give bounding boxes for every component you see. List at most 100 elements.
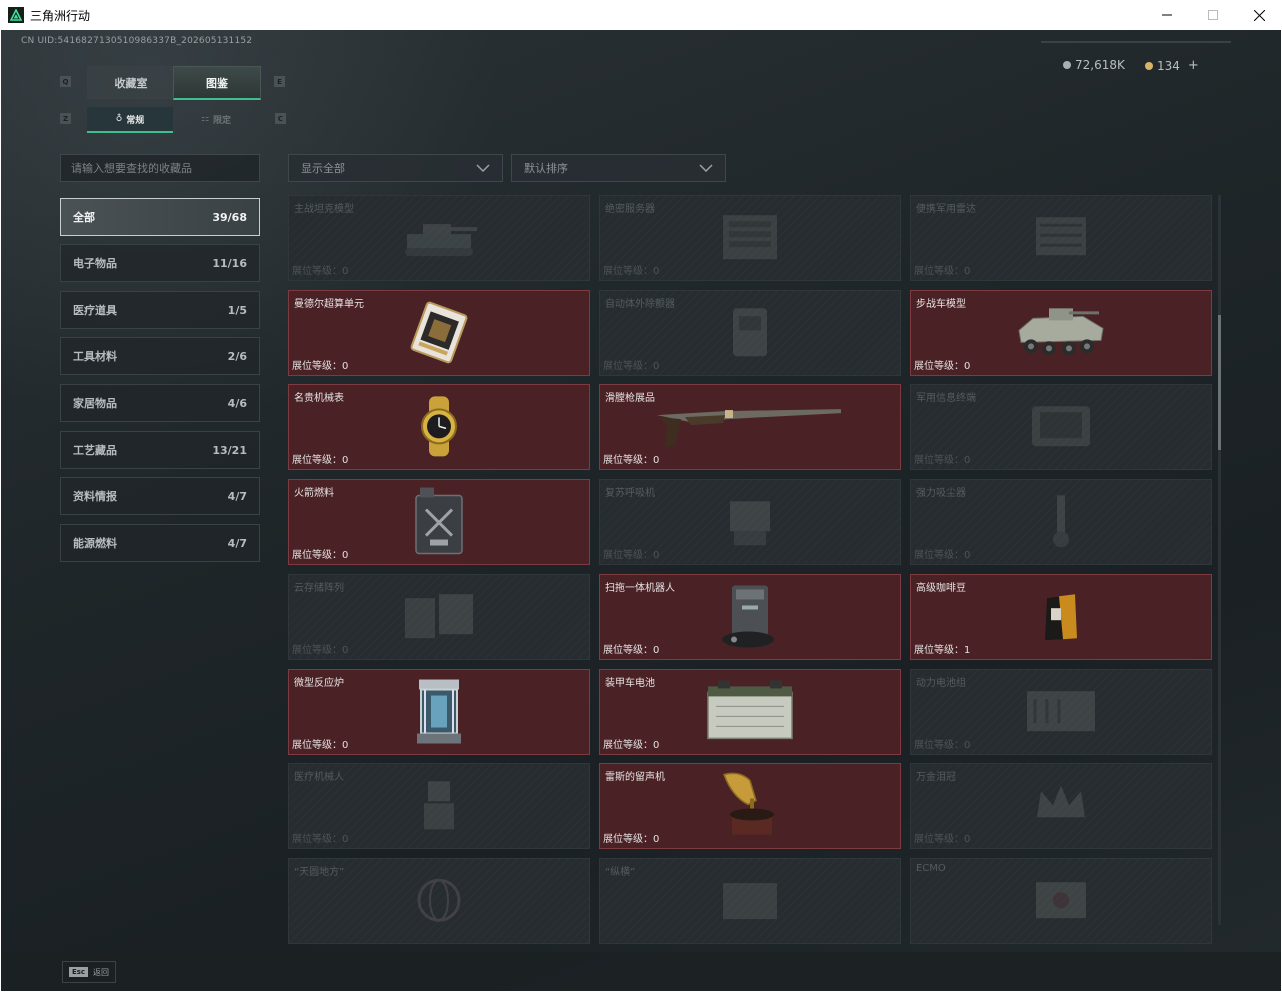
grid-scrollbar[interactable] bbox=[1218, 195, 1221, 925]
coffee-bag-icon bbox=[1041, 588, 1081, 648]
tokens-amount: 134 bbox=[1157, 58, 1180, 73]
category-all[interactable]: 全部 39/68 bbox=[60, 198, 260, 236]
card-display-level: 展位等级：0 bbox=[603, 455, 660, 466]
chevron-down-icon bbox=[699, 164, 713, 172]
collection-card[interactable]: 雷斯的留声机 展位等级：0 bbox=[599, 763, 901, 849]
collection-card[interactable]: 动力电池组展位等级：0 bbox=[910, 669, 1212, 755]
category-electronics[interactable]: 电子物品 11/16 bbox=[60, 244, 260, 282]
collection-card[interactable]: 医疗机械人 展位等级：0 bbox=[288, 763, 590, 849]
tab-prev-key-icon[interactable]: Q bbox=[60, 76, 71, 87]
card-name: 步战车模型 bbox=[916, 299, 966, 310]
grid-scroll-thumb[interactable] bbox=[1218, 315, 1221, 450]
card-display-level: 展位等级：0 bbox=[292, 740, 349, 751]
bottom-bar bbox=[1, 952, 1281, 991]
category-count: 11/16 bbox=[212, 256, 247, 270]
card-display-level: 展位等级：0 bbox=[914, 834, 971, 845]
filter-dropdown-label: 显示全部 bbox=[301, 162, 345, 175]
category-medical[interactable]: 医疗道具 1/5 bbox=[60, 291, 260, 329]
minimize-icon bbox=[1162, 14, 1172, 16]
category-crafts[interactable]: 工艺藏品 13/21 bbox=[60, 431, 260, 469]
subtab-regular-label: 常规 bbox=[126, 115, 145, 126]
collection-card[interactable]: 扫拖一体机器人 展位等级：0 bbox=[599, 574, 901, 660]
category-fuel[interactable]: 能源燃料 4/7 bbox=[60, 524, 260, 562]
card-name: ECMO bbox=[916, 863, 946, 874]
watch-icon bbox=[409, 394, 469, 462]
collection-card[interactable]: 微型反应炉 展位等级：0 bbox=[288, 669, 590, 755]
collection-card[interactable]: ECMO bbox=[910, 858, 1212, 944]
subtab-next-key-icon[interactable]: C bbox=[275, 113, 286, 124]
window-title: 三角洲行动 bbox=[30, 8, 91, 23]
subtab-regular[interactable]: ♁ 常规 bbox=[87, 107, 173, 133]
radar-icon bbox=[1026, 209, 1096, 269]
chevron-down-icon bbox=[476, 164, 490, 172]
tab-next-key-icon[interactable]: E bbox=[274, 76, 285, 87]
collection-card[interactable]: 火箭燃料 展位等级：0 bbox=[288, 479, 590, 565]
card-display-level: 展位等级：0 bbox=[914, 455, 971, 466]
collection-card[interactable]: 万金泪冠 展位等级：0 bbox=[910, 763, 1212, 849]
category-label: 家居物品 bbox=[73, 397, 117, 410]
card-display-level: 展位等级：0 bbox=[292, 645, 349, 656]
limited-icon: ⚏ bbox=[200, 114, 210, 124]
collection-card[interactable]: “纵横” bbox=[599, 858, 901, 944]
card-name: 动力电池组 bbox=[916, 678, 966, 689]
battery-icon bbox=[702, 678, 798, 748]
collection-card[interactable]: 复苏呼吸机 展位等级：0 bbox=[599, 479, 901, 565]
currency-coins: 72,618K bbox=[1063, 58, 1125, 72]
collection-card[interactable]: 名贵机械表 展位等级：0 bbox=[288, 384, 590, 470]
card-display-level: 展位等级：0 bbox=[914, 740, 971, 751]
esc-key-icon: Esc bbox=[68, 967, 89, 977]
collection-card[interactable]: 便携军用雷达 展位等级：0 bbox=[910, 195, 1212, 281]
card-display-level: 展位等级：0 bbox=[603, 361, 660, 372]
maximize-button[interactable] bbox=[1190, 0, 1236, 30]
category-intel[interactable]: 资料情报 4/7 bbox=[60, 477, 260, 515]
collection-card[interactable]: 绝密服务器 展位等级：0 bbox=[599, 195, 901, 281]
collection-card[interactable]: 自动体外除颤器 展位等级：0 bbox=[599, 290, 901, 376]
category-household[interactable]: 家居物品 4/6 bbox=[60, 384, 260, 422]
card-display-level: 展位等级：0 bbox=[292, 834, 349, 845]
back-label: 返回 bbox=[93, 967, 110, 977]
subtab-prev-key-icon[interactable]: Z bbox=[60, 113, 71, 124]
back-button[interactable]: Esc 返回 bbox=[62, 961, 116, 983]
collection-card[interactable]: 军用信息终端 展位等级：0 bbox=[910, 384, 1212, 470]
category-label: 全部 bbox=[73, 211, 95, 224]
window-titlebar: 三角洲行动 bbox=[0, 0, 1282, 30]
card-display-level: 展位等级：0 bbox=[292, 361, 349, 372]
collection-card[interactable]: 步战车模型展位等级：0 bbox=[910, 290, 1212, 376]
tab-collection-room[interactable]: 收藏室 bbox=[87, 66, 175, 99]
subtab-limited[interactable]: ⚏ 限定 bbox=[173, 107, 259, 131]
category-label: 电子物品 bbox=[73, 257, 117, 270]
card-name: 云存储阵列 bbox=[294, 583, 344, 594]
collection-card[interactable]: 滑膛枪展品展位等级：0 bbox=[599, 384, 901, 470]
collection-card[interactable]: 主战坦克模型 展位等级：0 bbox=[288, 195, 590, 281]
tab-atlas[interactable]: 图鉴 bbox=[173, 66, 261, 100]
card-display-level: 展位等级：0 bbox=[914, 361, 971, 372]
minimize-button[interactable] bbox=[1144, 0, 1190, 30]
collection-card[interactable]: 装甲车电池 展位等级：0 bbox=[599, 669, 901, 755]
subtab-limited-label: 限定 bbox=[213, 115, 232, 126]
collection-card[interactable]: 高级咖啡豆 展位等级：1 bbox=[910, 574, 1212, 660]
card-name: 滑膛枪展品 bbox=[605, 393, 655, 404]
filter-dropdown[interactable]: 显示全部 bbox=[288, 154, 503, 182]
category-tools[interactable]: 工具材料 2/6 bbox=[60, 337, 260, 375]
card-name: 雷斯的留声机 bbox=[605, 772, 665, 783]
search-input[interactable]: 请输入想要查找的收藏品 bbox=[60, 154, 260, 182]
card-display-level: 展位等级：0 bbox=[292, 550, 349, 561]
vacuum-icon bbox=[1041, 491, 1081, 555]
card-display-level: 展位等级：0 bbox=[603, 740, 660, 751]
category-label: 工艺藏品 bbox=[73, 444, 117, 457]
category-count: 2/6 bbox=[227, 349, 247, 363]
add-currency-button[interactable]: + bbox=[1188, 58, 1199, 73]
category-count: 4/6 bbox=[227, 396, 247, 410]
sort-dropdown[interactable]: 默认排序 bbox=[511, 154, 726, 182]
coin-icon bbox=[1063, 61, 1071, 69]
card-display-level: 展位等级：0 bbox=[603, 266, 660, 277]
card-name: 扫拖一体机器人 bbox=[605, 583, 675, 594]
category-count: 1/5 bbox=[227, 303, 247, 317]
collection-card[interactable]: 强力吸尘器 展位等级：0 bbox=[910, 479, 1212, 565]
collection-card[interactable]: 曼德尔超算单元 展位等级：0 bbox=[288, 290, 590, 376]
category-count: 4/7 bbox=[227, 536, 247, 550]
collection-card[interactable]: “天圆地方” bbox=[288, 858, 590, 944]
category-label: 资料情报 bbox=[73, 490, 117, 503]
close-button[interactable] bbox=[1236, 0, 1282, 30]
collection-card[interactable]: 云存储阵列展位等级：0 bbox=[288, 574, 590, 660]
